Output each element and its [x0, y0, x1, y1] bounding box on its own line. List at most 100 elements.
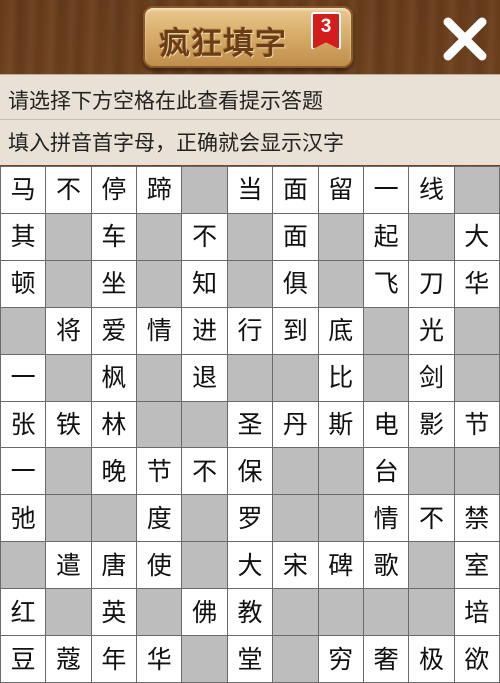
grid-cell-blocked: [1, 542, 46, 589]
grid-cell-blocked: [318, 589, 363, 636]
grid-cell[interactable]: 唐: [91, 542, 137, 589]
grid-cell[interactable]: 晚: [91, 448, 137, 495]
grid-cell[interactable]: 张: [1, 401, 46, 448]
level-number: 3: [320, 16, 332, 37]
grid-cell[interactable]: 起: [363, 213, 409, 260]
grid-cell-blocked: [227, 213, 273, 260]
grid-cell[interactable]: 节: [454, 401, 499, 448]
grid-cell[interactable]: 奢: [363, 636, 409, 682]
grid-cell-blocked: [227, 354, 273, 401]
grid-cell-blocked: [1, 307, 46, 354]
grid-cell[interactable]: 宋: [273, 542, 318, 589]
grid-cell[interactable]: 大: [454, 213, 499, 260]
grid-cell[interactable]: 年: [91, 636, 137, 682]
grid-cell[interactable]: 留: [318, 167, 363, 213]
grid-cell-blocked: [409, 448, 454, 495]
grid-cell[interactable]: 欲: [454, 636, 499, 682]
grid-cell[interactable]: 斯: [318, 401, 363, 448]
grid-cell[interactable]: 碑: [318, 542, 363, 589]
grid-cell[interactable]: 红: [1, 589, 46, 636]
grid-cell-blocked: [227, 260, 273, 307]
grid-cell[interactable]: 不: [182, 448, 227, 495]
grid-cell[interactable]: 枫: [91, 354, 137, 401]
grid-cell[interactable]: 到: [273, 307, 318, 354]
grid-cell[interactable]: 蔻: [46, 636, 91, 682]
grid-cell[interactable]: 影: [409, 401, 454, 448]
hint-divider: [0, 119, 500, 120]
grid-cell[interactable]: 情: [363, 495, 409, 542]
grid-cell[interactable]: 蹄: [137, 167, 182, 213]
crossword-grid: 马不停蹄当面留一线其车不面起大顿坐知俱飞刀华将爱情进行到底光一枫退比剑张铁林圣丹…: [0, 166, 500, 683]
grid-cell[interactable]: 华: [454, 260, 499, 307]
grid-cell[interactable]: 遣: [46, 542, 91, 589]
grid-cell-blocked: [137, 589, 182, 636]
grid-cell-blocked: [273, 448, 318, 495]
grid-cell[interactable]: 坐: [91, 260, 137, 307]
grid-cell[interactable]: 俱: [273, 260, 318, 307]
grid-cell[interactable]: 台: [363, 448, 409, 495]
grid-cell[interactable]: 面: [273, 213, 318, 260]
grid-cell[interactable]: 不: [409, 495, 454, 542]
grid-cell[interactable]: 将: [46, 307, 91, 354]
grid-cell[interactable]: 穷: [318, 636, 363, 682]
grid-cell[interactable]: 堂: [227, 636, 273, 682]
close-button[interactable]: [440, 14, 490, 64]
grid-cell-blocked: [182, 401, 227, 448]
grid-cell[interactable]: 保: [227, 448, 273, 495]
grid-cell[interactable]: 其: [1, 213, 46, 260]
grid-cell[interactable]: 面: [273, 167, 318, 213]
grid-cell[interactable]: 大: [227, 542, 273, 589]
grid-cell[interactable]: 豆: [1, 636, 46, 682]
grid-cell[interactable]: 铁: [46, 401, 91, 448]
grid-cell[interactable]: 电: [363, 401, 409, 448]
grid-cell[interactable]: 光: [409, 307, 454, 354]
grid-cell[interactable]: 度: [137, 495, 182, 542]
grid-cell-blocked: [46, 213, 91, 260]
grid-cell[interactable]: 罗: [227, 495, 273, 542]
grid-cell-blocked: [454, 307, 499, 354]
grid-cell-blocked: [454, 448, 499, 495]
grid-cell[interactable]: 当: [227, 167, 273, 213]
grid-cell[interactable]: 不: [46, 167, 91, 213]
grid-cell[interactable]: 禁: [454, 495, 499, 542]
grid-cell[interactable]: 弛: [1, 495, 46, 542]
grid-cell[interactable]: 佛: [182, 589, 227, 636]
grid-cell[interactable]: 车: [91, 213, 137, 260]
grid-cell[interactable]: 节: [137, 448, 182, 495]
grid-cell[interactable]: 室: [454, 542, 499, 589]
grid-cell[interactable]: 剑: [409, 354, 454, 401]
grid-cell[interactable]: 培: [454, 589, 499, 636]
grid-cell[interactable]: 顿: [1, 260, 46, 307]
grid-cell-blocked: [137, 213, 182, 260]
grid-cell[interactable]: 比: [318, 354, 363, 401]
grid-cell[interactable]: 线: [409, 167, 454, 213]
grid-cell[interactable]: 一: [1, 354, 46, 401]
grid-cell-blocked: [182, 167, 227, 213]
grid-cell[interactable]: 歌: [363, 542, 409, 589]
grid-cell[interactable]: 停: [91, 167, 137, 213]
grid-cell[interactable]: 知: [182, 260, 227, 307]
grid-cell[interactable]: 退: [182, 354, 227, 401]
grid-cell[interactable]: 使: [137, 542, 182, 589]
grid-cell[interactable]: 极: [409, 636, 454, 682]
grid-cell[interactable]: 不: [182, 213, 227, 260]
hint-panel: 请选择下方空格在此查看提示答题 填入拼音首字母，正确就会显示汉字: [0, 74, 500, 165]
grid-cell[interactable]: 丹: [273, 401, 318, 448]
grid-cell[interactable]: 爱: [91, 307, 137, 354]
grid-cell-blocked: [409, 542, 454, 589]
grid-cell[interactable]: 英: [91, 589, 137, 636]
grid-cell[interactable]: 林: [91, 401, 137, 448]
grid-cell[interactable]: 一: [363, 167, 409, 213]
grid-cell[interactable]: 圣: [227, 401, 273, 448]
grid-cell[interactable]: 华: [137, 636, 182, 682]
grid-cell[interactable]: 行: [227, 307, 273, 354]
grid-cell[interactable]: 飞: [363, 260, 409, 307]
grid-cell[interactable]: 刀: [409, 260, 454, 307]
grid-cell[interactable]: 进: [182, 307, 227, 354]
grid-cell[interactable]: 一: [1, 448, 46, 495]
grid-cell[interactable]: 情: [137, 307, 182, 354]
grid-cell[interactable]: 底: [318, 307, 363, 354]
grid-cell[interactable]: 教: [227, 589, 273, 636]
grid-cell[interactable]: 马: [1, 167, 46, 213]
grid-cell-blocked: [46, 448, 91, 495]
